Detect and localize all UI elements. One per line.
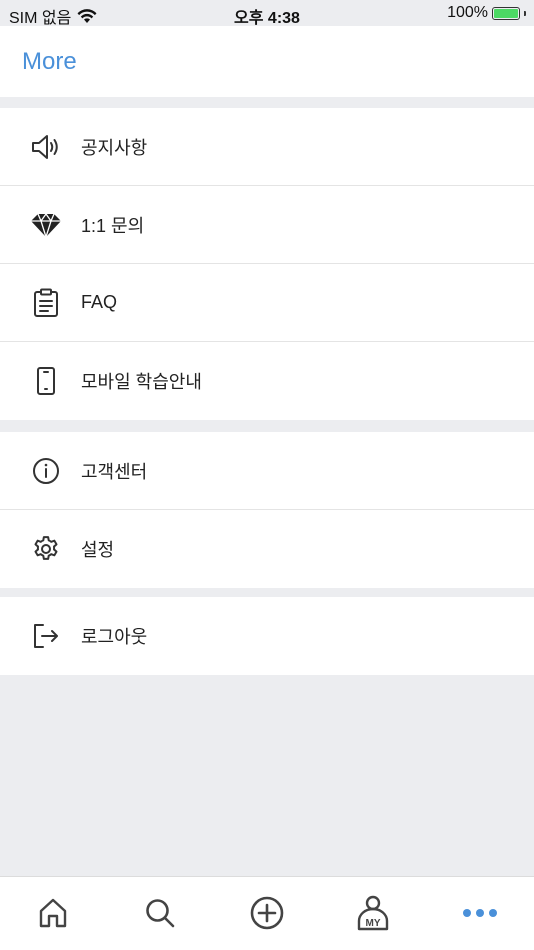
menu-item-label: 모바일 학습안내 — [81, 372, 202, 392]
logout-icon — [28, 618, 64, 654]
header: More — [0, 26, 534, 97]
page-title: More — [22, 48, 77, 75]
my-label: MY — [366, 918, 381, 929]
menu-group-2: 고객센터 설정 — [0, 432, 534, 588]
my-profile-icon: MY — [357, 895, 389, 931]
smartphone-icon — [28, 363, 64, 399]
diamond-icon — [28, 207, 64, 243]
tab-bar: MY — [0, 876, 534, 950]
tab-my[interactable]: MY — [351, 891, 395, 935]
battery-cap — [524, 10, 526, 16]
tab-home[interactable] — [31, 891, 75, 935]
tab-search[interactable] — [138, 891, 182, 935]
gear-icon — [28, 531, 64, 567]
speaker-icon — [28, 129, 64, 165]
menu-item-label: 설정 — [81, 540, 115, 560]
tab-add[interactable] — [245, 891, 289, 935]
menu-item-inquiry[interactable]: 1:1 문의 — [0, 186, 534, 264]
status-right: 100% — [447, 4, 526, 22]
info-icon — [28, 453, 64, 489]
battery-charging-icon — [492, 6, 520, 20]
add-circle-icon — [250, 896, 284, 930]
menu-item-label: FAQ — [81, 292, 118, 312]
tab-more[interactable] — [458, 891, 502, 935]
menu-item-label: 고객센터 — [81, 461, 148, 482]
search-icon — [146, 899, 175, 928]
clipboard-icon — [28, 285, 64, 321]
menu-item-notice[interactable]: 공지사항 — [0, 108, 534, 186]
menu-item-label: 공지사항 — [81, 137, 148, 158]
menu-item-settings[interactable]: 설정 — [0, 510, 534, 588]
menu-item-label: 로그아웃 — [81, 627, 148, 647]
menu-group-3: 로그아웃 — [0, 597, 534, 675]
menu-group-1: 공지사항 1:1 문의 FAQ 모바일 학습안내 — [0, 108, 534, 420]
menu-item-mobile-guide[interactable]: 모바일 학습안내 — [0, 342, 534, 420]
status-bar: SIM 없음 오후 4:38 100% — [0, 0, 534, 27]
menu-item-faq[interactable]: FAQ — [0, 264, 534, 342]
menu-item-customer-center[interactable]: 고객센터 — [0, 432, 534, 510]
battery-percent: 100% — [447, 4, 488, 21]
menu-item-label: 1:1 문의 — [81, 215, 145, 236]
home-icon — [39, 898, 67, 928]
menu-item-logout[interactable]: 로그아웃 — [0, 597, 534, 675]
more-dots-icon — [463, 909, 497, 917]
